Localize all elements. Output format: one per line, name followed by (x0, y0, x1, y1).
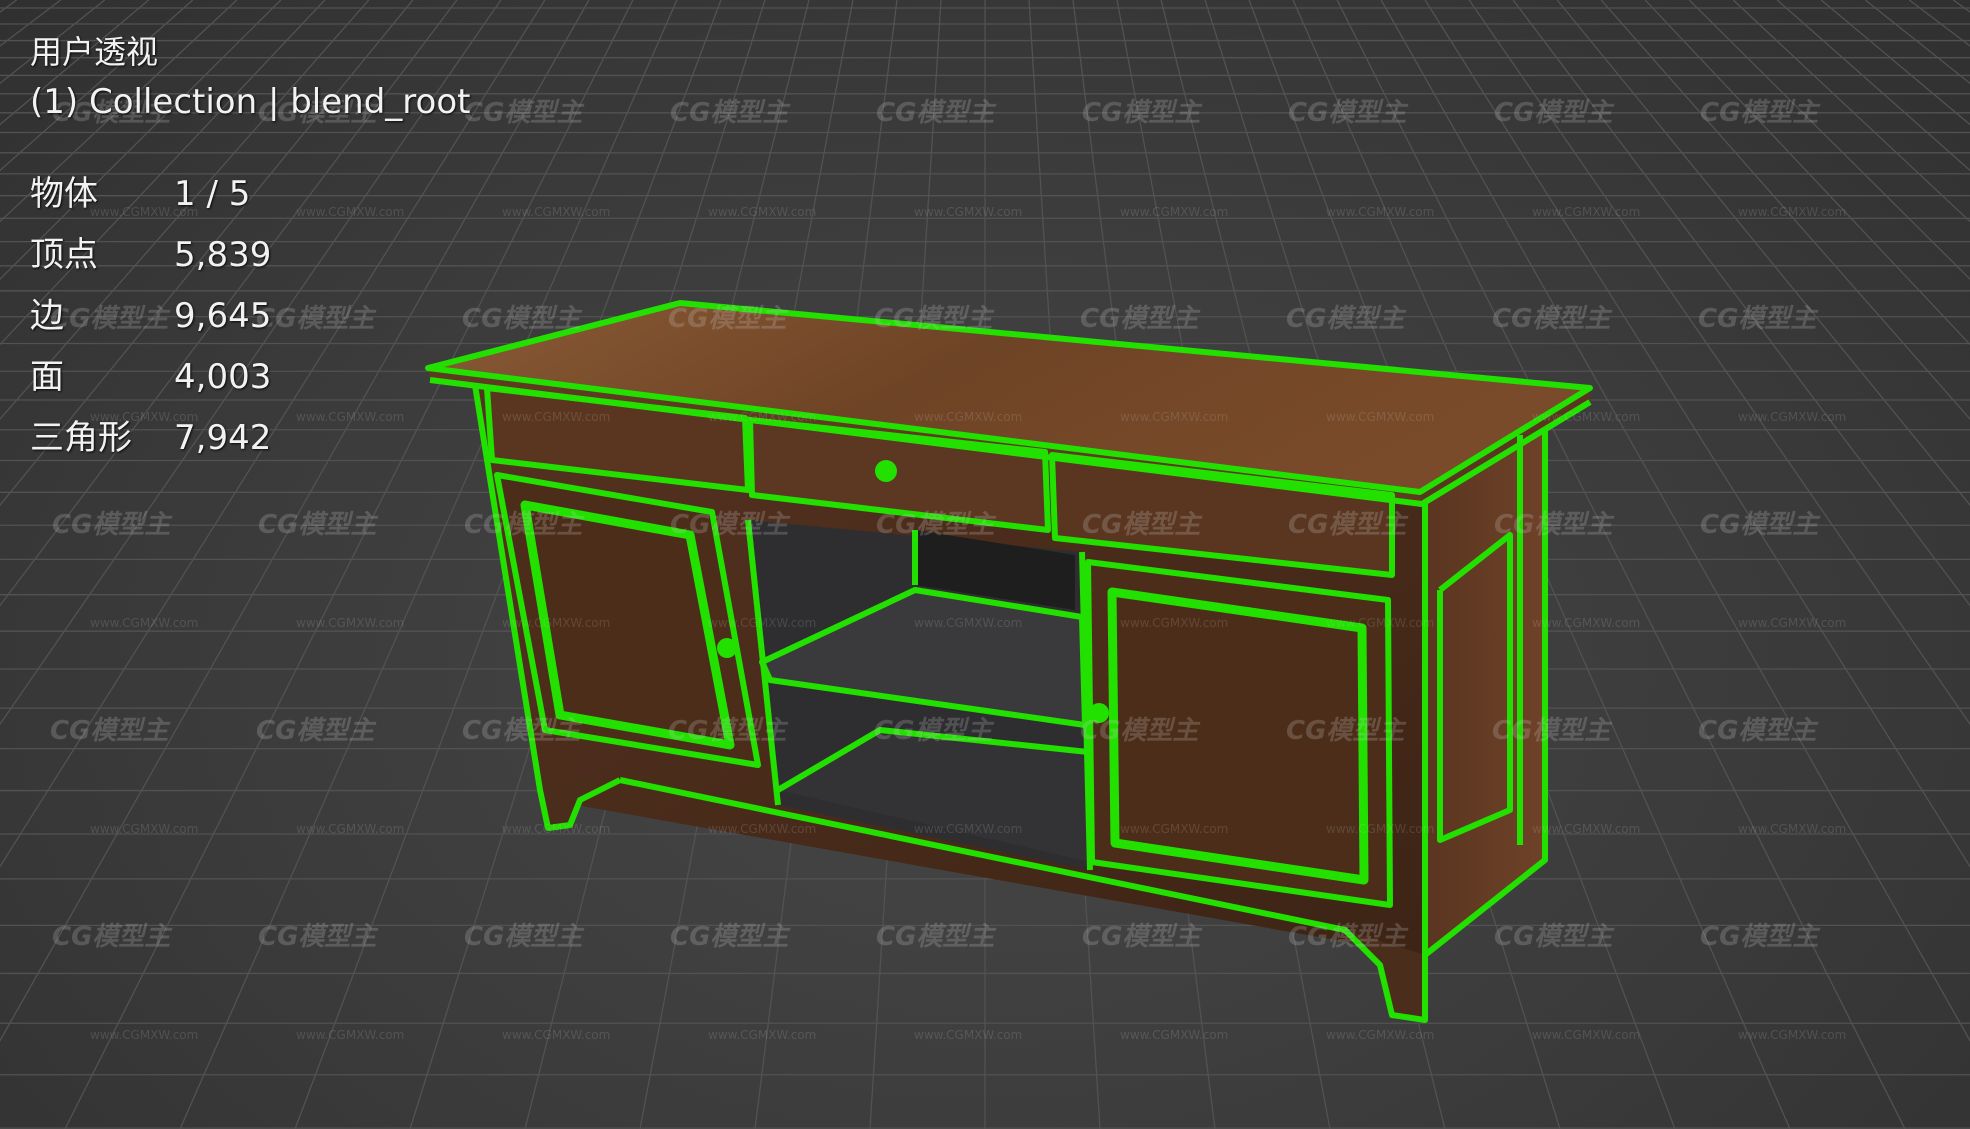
stat-value: 5,839 (174, 235, 272, 275)
grid-line (1776, 0, 1970, 172)
stat-row-vertices: 顶点 5,839 (30, 225, 470, 286)
grid-line (1644, 0, 1970, 346)
viewport-info-overlay: 用户透视 (1) Collection | blend_root 物体 1 / … (30, 30, 470, 469)
stat-label: 顶点 (30, 235, 98, 275)
grid-line (1732, 0, 1970, 223)
stat-label: 面 (30, 357, 64, 397)
door-left-knob-icon (717, 638, 737, 658)
3d-viewport[interactable]: CG模型主 CG模型主 CG模型主 CG模型主 CG模型主 CG模型主 CG模型主 CG模型主… (0, 0, 1970, 1129)
view-name-label: 用户透视 (30, 33, 159, 71)
door-right-knob-icon (1089, 703, 1109, 723)
stat-row-triangles: 三角形 7,942 (30, 408, 470, 469)
drawer-knob-icon (875, 460, 897, 482)
grid-line (1688, 0, 1970, 281)
stat-value: 7,942 (174, 418, 272, 458)
stat-row-faces: 面 4,003 (30, 347, 470, 408)
stat-row-objects: 物体 1 / 5 (30, 164, 470, 225)
scene-statistics: 物体 1 / 5 顶点 5,839 边 9,645 面 4,003 三角形 7,… (30, 164, 470, 469)
grid-line (1820, 0, 1970, 126)
stat-label: 边 (30, 296, 64, 336)
grid-line (1556, 0, 1970, 507)
cabinet-model[interactable] (425, 300, 1593, 1023)
stat-label: 三角形 (30, 418, 132, 458)
stat-label: 物体 (30, 174, 98, 214)
stat-value: 9,645 (174, 296, 272, 336)
stat-row-edges: 边 9,645 (30, 286, 470, 347)
stat-value: 4,003 (174, 357, 272, 397)
stat-value: 1 / 5 (174, 174, 251, 214)
grid-line (0, 0, 18, 13)
grid-line (1512, 0, 1970, 607)
collection-label: (1) Collection | blend_root (30, 82, 471, 122)
grid-line (1952, 0, 1970, 13)
grid-line (1864, 0, 1970, 85)
